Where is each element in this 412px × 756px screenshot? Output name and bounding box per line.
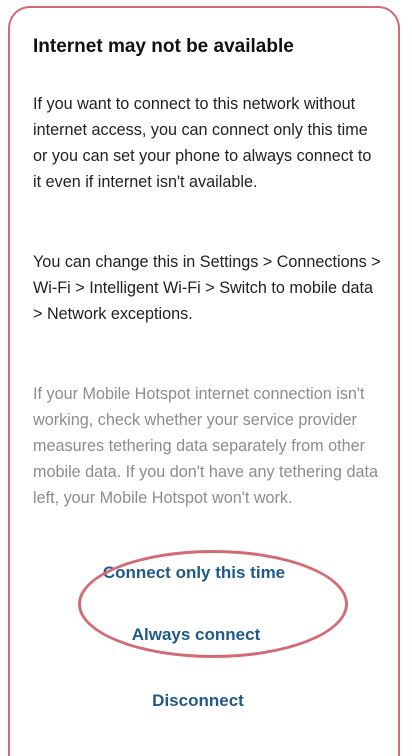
dialog-message-hotspot-note: If your Mobile Hotspot internet connecti… bbox=[33, 385, 379, 507]
always-connect-button[interactable]: Always connect bbox=[21, 625, 371, 645]
dialog-title: Internet may not be available bbox=[33, 36, 294, 57]
connect-only-this-time-button[interactable]: Connect only this time bbox=[19, 563, 369, 583]
dialog-message-settings-path: You can change this in Settings > Connec… bbox=[33, 253, 381, 323]
dialog-message-connect-info: If you want to connect to this network w… bbox=[33, 95, 372, 191]
disconnect-button[interactable]: Disconnect bbox=[23, 691, 373, 711]
